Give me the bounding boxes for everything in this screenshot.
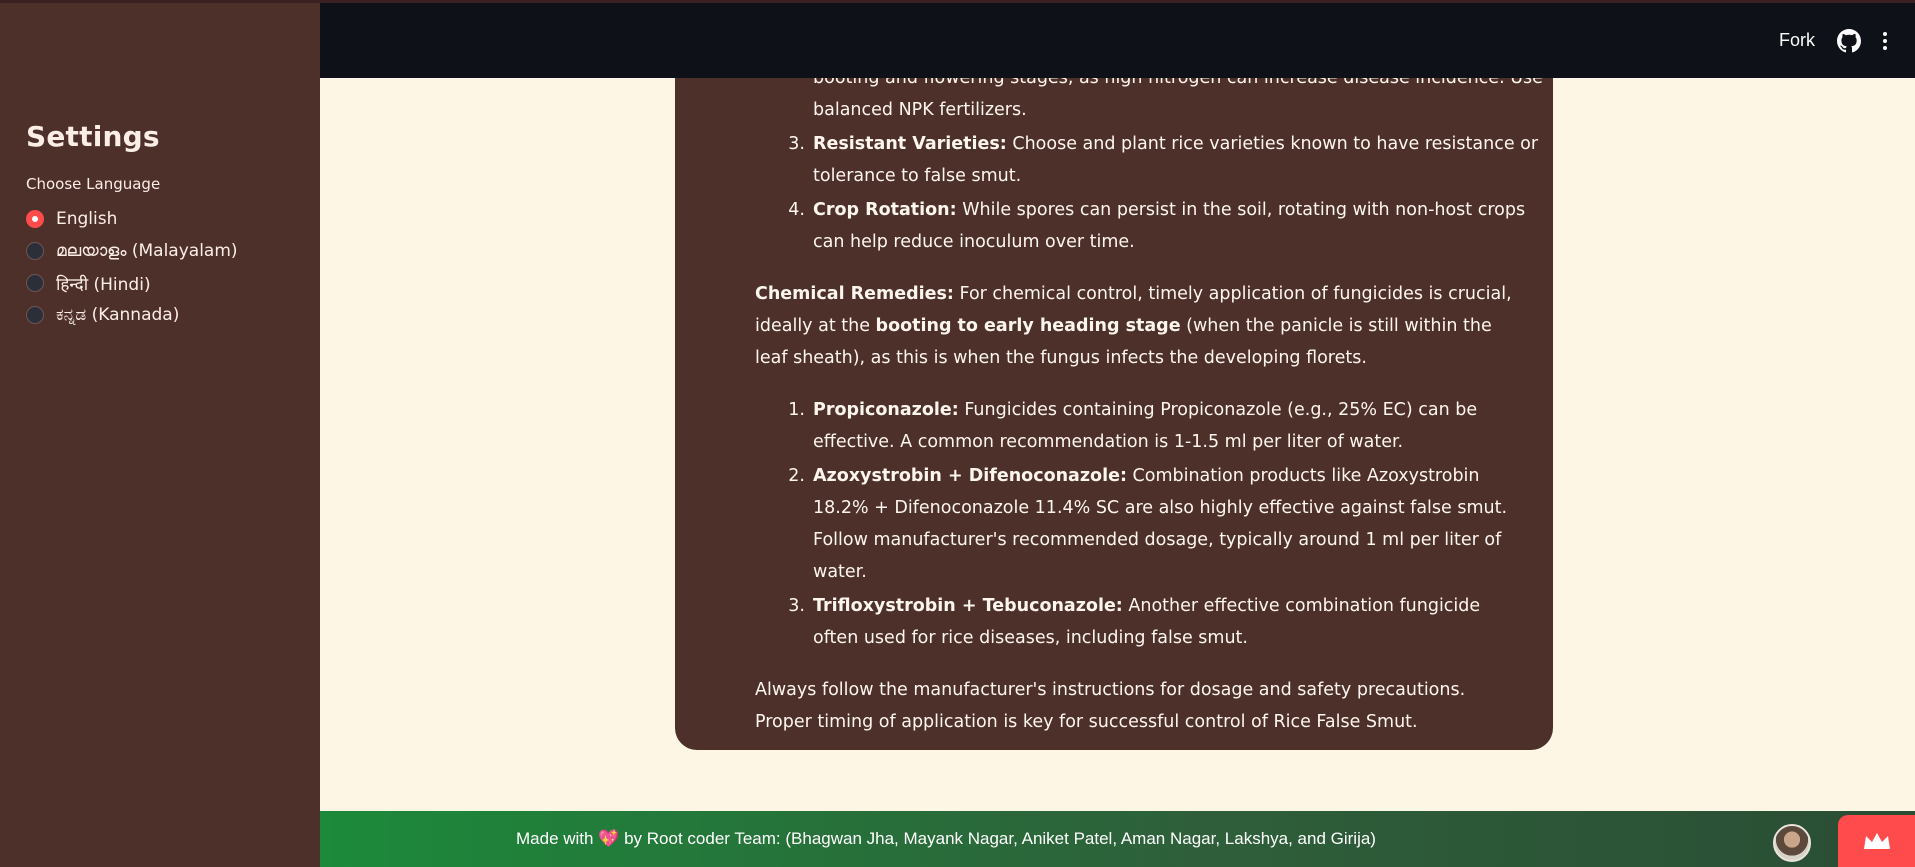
- list-item: 3. Resistant Varieties: Choose and plant…: [783, 128, 1551, 192]
- sidebar: Settings Choose Language English മലയാളം …: [0, 0, 320, 867]
- list-bold-label: Trifloxystrobin + Tebuconazole:: [813, 596, 1123, 616]
- radio-button[interactable]: [26, 242, 44, 260]
- list-text: balanced NPK fertilizers.: [813, 100, 1027, 120]
- top-header: Fork: [320, 3, 1915, 78]
- list-number: 3.: [788, 134, 805, 154]
- radio-label: ಕನ್ನಡ (Kannada): [56, 305, 180, 325]
- radio-hindi[interactable]: हिन्दी (Hindi): [26, 267, 320, 299]
- list-number: 4.: [788, 200, 805, 220]
- heart-icon: 💖: [598, 829, 620, 848]
- list-bold-label: Propiconazole:: [813, 400, 959, 420]
- section-heading: Chemical Remedies:: [755, 284, 954, 304]
- crown-icon: [1863, 833, 1890, 849]
- list-text: booting and flowering stages, as high ni…: [813, 78, 1543, 88]
- radio-label: മലയാളം (Malayalam): [56, 241, 238, 261]
- language-radio-group: English മലയാളം (Malayalam) हिन्दी (Hindi…: [26, 203, 320, 331]
- footer-text: by Root coder Team: (Bhagwan Jha, Mayank…: [619, 829, 1376, 848]
- bold-text: booting to early heading stage: [875, 316, 1181, 336]
- github-icon[interactable]: [1837, 28, 1861, 53]
- radio-english[interactable]: English: [26, 203, 320, 235]
- radio-kannada[interactable]: ಕನ್ನಡ (Kannada): [26, 299, 320, 331]
- language-label: Choose Language: [26, 175, 161, 193]
- footer-text: Made with: [516, 829, 599, 848]
- radio-label: English: [56, 209, 118, 229]
- list-number: 3.: [788, 596, 805, 616]
- list-item: 3. Trifloxystrobin + Tebuconazole: Anoth…: [783, 590, 1513, 654]
- footer-credits: Made with 💖 by Root coder Team: (Bhagwan…: [516, 829, 1376, 849]
- sidebar-title: Settings: [26, 120, 160, 153]
- footer-banner: Made with 💖 by Root coder Team: (Bhagwan…: [320, 811, 1915, 867]
- radio-label: हिन्दी (Hindi): [56, 274, 151, 295]
- list-item-continued: booting and flowering stages, as high ni…: [783, 78, 1551, 126]
- list-item: 2. Azoxystrobin + Difenoconazole: Combin…: [783, 460, 1513, 588]
- list-number: 2.: [788, 466, 805, 486]
- list-item: 1. Propiconazole: Fungicides containing …: [783, 394, 1513, 458]
- kebab-menu-icon[interactable]: [1883, 31, 1887, 50]
- top-border: [0, 0, 1915, 3]
- list-item: 4. Crop Rotation: While spores can persi…: [783, 194, 1551, 258]
- main-area: booting and flowering stages, as high ni…: [320, 78, 1915, 811]
- radio-malayalam[interactable]: മലയാളം (Malayalam): [26, 235, 320, 267]
- radio-button[interactable]: [26, 274, 44, 292]
- list-bold-label: Resistant Varieties:: [813, 134, 1007, 154]
- avatar[interactable]: [1773, 824, 1811, 862]
- response-card: booting and flowering stages, as high ni…: [675, 78, 1553, 750]
- chemical-remedies-paragraph: Chemical Remedies: For chemical control,…: [755, 278, 1523, 374]
- radio-button[interactable]: [26, 210, 44, 228]
- closing-paragraph: Always follow the manufacturer's instruc…: [755, 680, 1466, 732]
- list-bold-label: Crop Rotation:: [813, 200, 957, 220]
- list-bold-label: Azoxystrobin + Difenoconazole:: [813, 466, 1127, 486]
- fork-button[interactable]: Fork: [1779, 30, 1815, 51]
- radio-button[interactable]: [26, 306, 44, 324]
- list-number: 1.: [788, 400, 805, 420]
- crown-icon[interactable]: [1838, 815, 1915, 867]
